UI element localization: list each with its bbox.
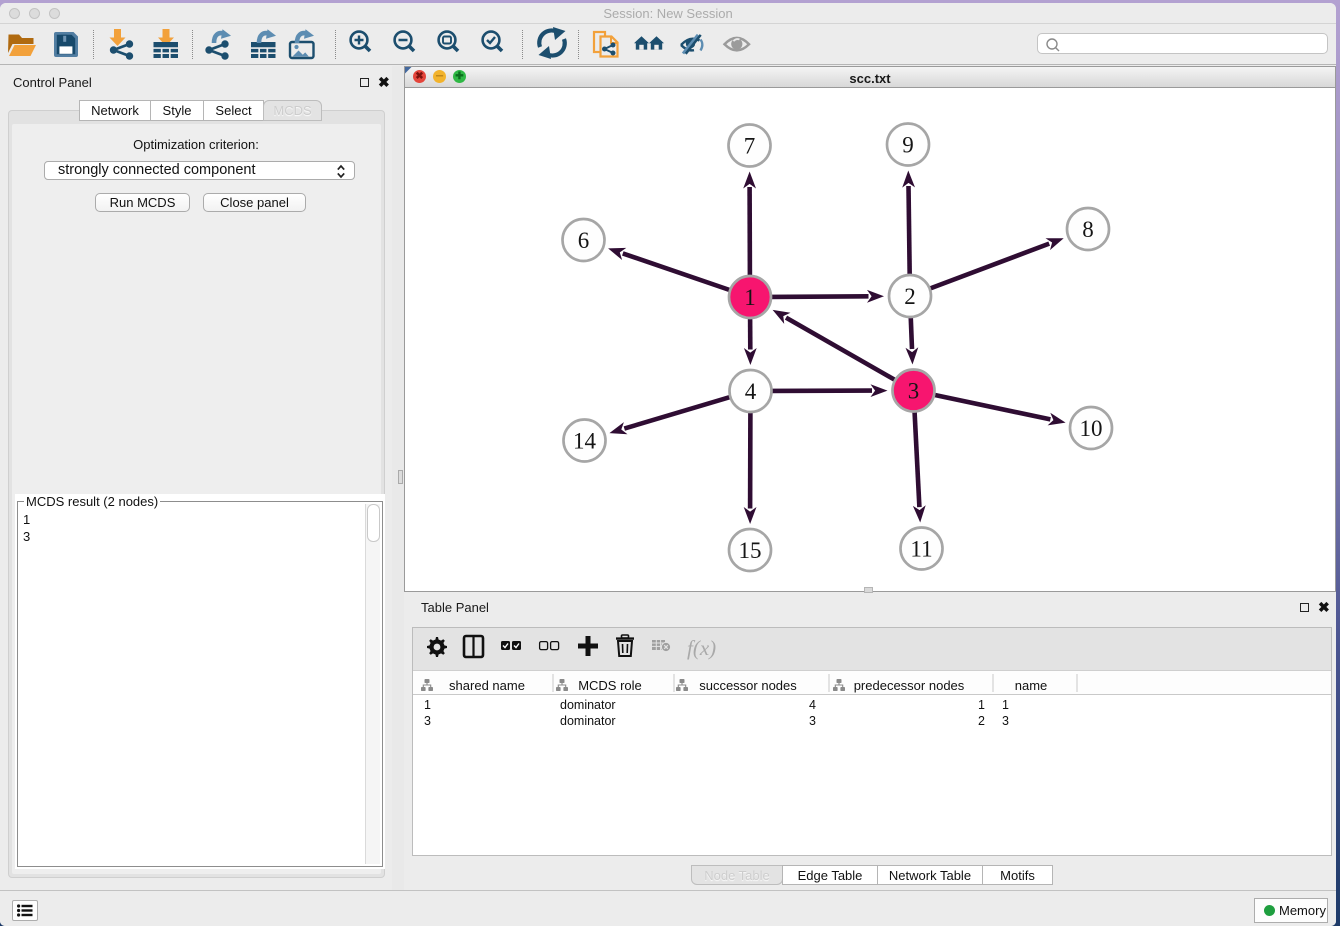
svg-text:successor nodes: successor nodes bbox=[699, 678, 797, 693]
svg-text:14: 14 bbox=[573, 428, 597, 453]
svg-text:dominator: dominator bbox=[560, 698, 616, 712]
svg-text:4: 4 bbox=[809, 698, 816, 712]
svg-text:7: 7 bbox=[744, 133, 756, 158]
svg-text:name: name bbox=[1015, 678, 1048, 693]
svg-text:2: 2 bbox=[904, 284, 916, 309]
svg-text:shared name: shared name bbox=[449, 678, 525, 693]
svg-text:MCDS role: MCDS role bbox=[578, 678, 642, 693]
svg-text:1: 1 bbox=[744, 285, 756, 310]
svg-text:4: 4 bbox=[745, 379, 757, 404]
svg-text:8: 8 bbox=[1082, 217, 1094, 242]
svg-text:3: 3 bbox=[809, 714, 816, 728]
svg-text:9: 9 bbox=[902, 132, 914, 157]
svg-text:1: 1 bbox=[424, 698, 431, 712]
svg-text:predecessor nodes: predecessor nodes bbox=[854, 678, 965, 693]
svg-text:f(x): f(x) bbox=[687, 636, 716, 660]
svg-text:3: 3 bbox=[424, 714, 431, 728]
svg-text:3: 3 bbox=[1002, 714, 1009, 728]
svg-text:2: 2 bbox=[978, 714, 985, 728]
svg-text:3: 3 bbox=[908, 378, 920, 403]
svg-text:6: 6 bbox=[578, 228, 590, 253]
svg-text:dominator: dominator bbox=[560, 714, 616, 728]
svg-text:10: 10 bbox=[1080, 416, 1103, 441]
svg-text:11: 11 bbox=[910, 536, 932, 561]
svg-text:15: 15 bbox=[739, 538, 762, 563]
svg-text:1: 1 bbox=[978, 698, 985, 712]
svg-text:1: 1 bbox=[1002, 698, 1009, 712]
